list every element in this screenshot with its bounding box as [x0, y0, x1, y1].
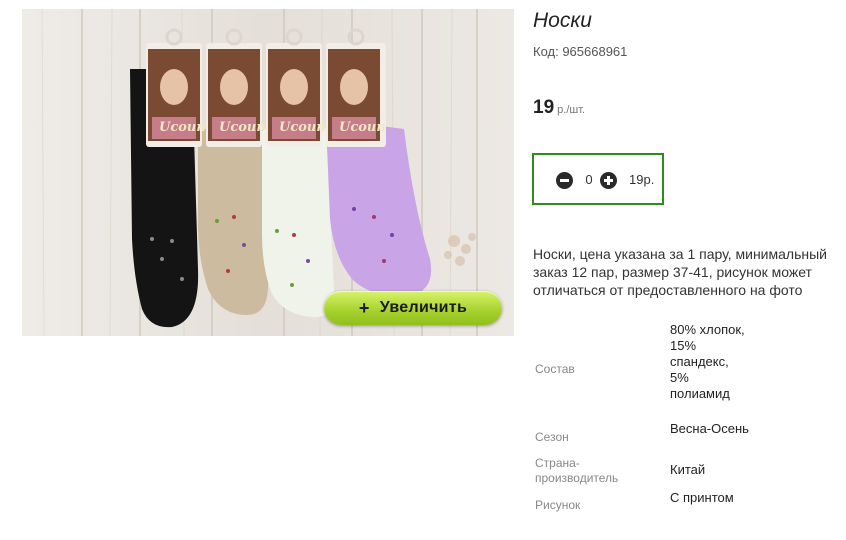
price-unit: р./шт.: [557, 104, 586, 116]
label-logo-4: Ucoun: [339, 120, 386, 135]
quantity-value[interactable]: 0: [584, 172, 594, 187]
label-logo-1: Ucoun: [159, 120, 206, 135]
quantity-stepper: 0 19р.: [532, 153, 664, 205]
attribute-label: Рисунок: [535, 498, 581, 512]
price-value: 19: [533, 97, 555, 118]
zoom-button-label: Увеличить: [379, 299, 468, 316]
sock-white: [262, 129, 335, 318]
minus-circle-icon[interactable]: [556, 172, 573, 189]
attribute-label: Страна-производитель: [535, 456, 619, 485]
plus-circle-icon[interactable]: [600, 172, 617, 189]
attribute-label: Сезон: [535, 430, 569, 444]
quantity-sum: 19р.: [629, 172, 655, 187]
sock-beige: [198, 129, 269, 315]
zoom-button[interactable]: + Увеличить: [324, 291, 502, 325]
product-code: Код: 965668961: [533, 44, 628, 59]
attribute-value: С принтом: [670, 490, 734, 505]
attribute-label: Состав: [535, 362, 575, 376]
product-description: Носки, цена указана за 1 пару, минимальн…: [533, 246, 827, 298]
socks-image: Ucoun Ucoun Ucoun Ucoun: [22, 9, 514, 336]
label-logo-3: Ucoun: [279, 120, 326, 135]
attribute-value: Китай: [670, 462, 706, 477]
price: 19 р./шт.: [533, 97, 585, 119]
attribute-value: Весна-Осень: [670, 421, 749, 436]
product-title: Носки: [533, 9, 592, 32]
attribute-value: 80% хлопок, 15% спандекс, 5% полиамид: [670, 322, 745, 401]
label-logo-2: Ucoun: [219, 120, 266, 135]
product-photo[interactable]: Ucoun Ucoun Ucoun Ucoun + Увеличить: [22, 9, 514, 336]
zoom-plus-icon: +: [358, 297, 370, 318]
